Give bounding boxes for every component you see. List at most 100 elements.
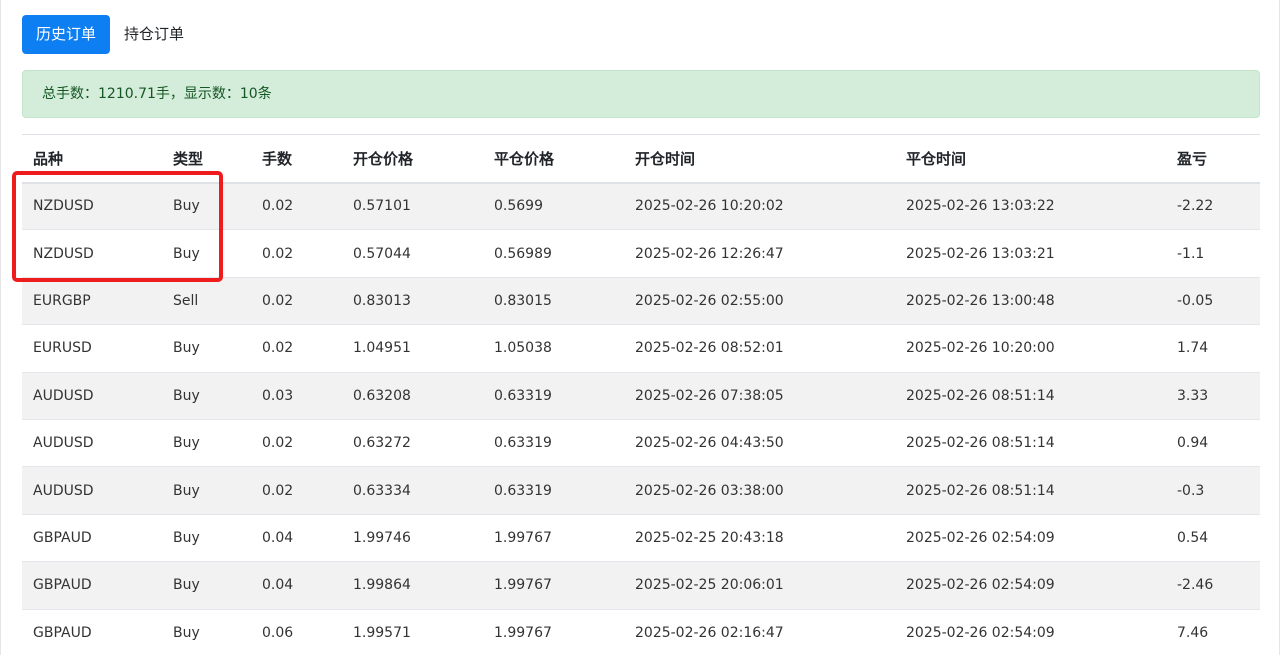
cell-profit: 0.94 [1177,435,1209,452]
cell-close-price: 1.99767 [494,624,552,641]
cell-close-time: 2025-02-26 02:54:09 [906,624,1055,641]
cell-close-price: 0.63319 [494,387,552,404]
cell-open-price: 1.99746 [353,529,411,546]
cell-open-price: 1.99571 [353,624,411,641]
cell-lots: 0.02 [262,245,294,262]
cell-close-time: 2025-02-26 13:00:48 [906,292,1055,309]
cell-open-price: 0.83013 [353,292,411,309]
table-row: NZDUSD Buy 0.02 0.57044 0.56989 2025-02-… [22,230,1260,278]
table-header-row: 品种 类型 手数 开仓价格 平仓价格 开仓时间 平仓时间 盈亏 [22,134,1260,183]
cell-lots: 0.03 [262,387,294,404]
cell-symbol: EURUSD [33,340,92,357]
cell-close-time: 2025-02-26 08:51:14 [906,482,1055,499]
cell-open-time: 2025-02-26 02:16:47 [635,624,784,641]
tab-history-orders[interactable]: 历史订单 [22,15,111,54]
table-row: EURUSD Buy 0.02 1.04951 1.05038 2025-02-… [22,325,1260,373]
orders-table: 品种 类型 手数 开仓价格 平仓价格 开仓时间 平仓时间 盈亏 NZDUSD B… [22,134,1260,655]
cell-open-time: 2025-02-26 03:38:00 [635,482,784,499]
tab-open-positions[interactable]: 持仓订单 [110,15,198,54]
orders-table-container: 品种 类型 手数 开仓价格 平仓价格 开仓时间 平仓时间 盈亏 NZDUSD B… [22,134,1260,655]
cell-lots: 0.02 [262,292,294,309]
cell-close-time: 2025-02-26 08:51:14 [906,387,1055,404]
cell-lots: 0.02 [262,340,294,357]
cell-close-time: 2025-02-26 02:54:09 [906,577,1055,594]
cell-profit: 3.33 [1177,387,1209,404]
tab-bar: 历史订单 持仓订单 [22,15,198,54]
header-profit: 盈亏 [1177,149,1208,168]
cell-open-time: 2025-02-26 04:43:50 [635,435,784,452]
cell-symbol: NZDUSD [33,245,94,262]
cell-type: Buy [173,340,200,357]
header-lots: 手数 [262,149,293,168]
cell-lots: 0.04 [262,529,294,546]
cell-open-price: 0.57044 [353,245,411,262]
table-body: NZDUSD Buy 0.02 0.57101 0.5699 2025-02-2… [22,182,1260,655]
cell-open-time: 2025-02-26 02:55:00 [635,292,784,309]
cell-type: Buy [173,198,200,215]
cell-close-price: 1.99767 [494,577,552,594]
cell-symbol: AUDUSD [33,387,94,404]
cell-profit: 7.46 [1177,624,1209,641]
cell-close-time: 2025-02-26 08:51:14 [906,435,1055,452]
cell-close-price: 1.05038 [494,340,552,357]
cell-symbol: NZDUSD [33,198,94,215]
cell-symbol: EURGBP [33,292,91,309]
cell-open-time: 2025-02-25 20:43:18 [635,529,784,546]
cell-open-price: 1.99864 [353,577,411,594]
cell-profit: -0.3 [1177,482,1205,499]
cell-type: Buy [173,624,200,641]
cell-type: Buy [173,529,200,546]
cell-open-price: 1.04951 [353,340,411,357]
cell-symbol: GBPAUD [33,624,92,641]
header-symbol: 品种 [33,149,64,168]
table-row: AUDUSD Buy 0.02 0.63272 0.63319 2025-02-… [22,419,1260,467]
cell-profit: -2.22 [1177,198,1214,215]
cell-profit: -1.1 [1177,245,1205,262]
cell-open-time: 2025-02-26 10:20:02 [635,198,784,215]
cell-close-time: 2025-02-26 02:54:09 [906,529,1055,546]
cell-lots: 0.02 [262,482,294,499]
cell-close-price: 0.83015 [494,292,552,309]
header-close-time: 平仓时间 [906,149,967,168]
cell-lots: 0.04 [262,577,294,594]
cell-close-price: 0.5699 [494,198,543,215]
header-type: 类型 [173,149,204,168]
cell-close-price: 1.99767 [494,529,552,546]
cell-type: Sell [173,292,199,309]
cell-close-price: 0.63319 [494,435,552,452]
cell-symbol: GBPAUD [33,577,92,594]
cell-close-time: 2025-02-26 13:03:22 [906,198,1055,215]
cell-profit: -0.05 [1177,292,1214,309]
cell-profit: -2.46 [1177,577,1214,594]
cell-open-time: 2025-02-26 07:38:05 [635,387,784,404]
cell-symbol: GBPAUD [33,529,92,546]
cell-open-time: 2025-02-25 20:06:01 [635,577,784,594]
cell-type: Buy [173,387,200,404]
cell-close-time: 2025-02-26 13:03:21 [906,245,1055,262]
table-row: GBPAUD Buy 0.04 1.99864 1.99767 2025-02-… [22,561,1260,610]
table-row: AUDUSD Buy 0.03 0.63208 0.63319 2025-02-… [22,372,1260,420]
cell-symbol: AUDUSD [33,435,94,452]
header-open-time: 开仓时间 [635,149,696,168]
header-close-price: 平仓价格 [494,149,555,168]
cell-close-price: 0.56989 [494,245,552,262]
cell-open-time: 2025-02-26 12:26:47 [635,245,784,262]
cell-profit: 0.54 [1177,529,1209,546]
cell-open-price: 0.63334 [353,482,411,499]
table-row: AUDUSD Buy 0.02 0.63334 0.63319 2025-02-… [22,466,1260,515]
cell-close-time: 2025-02-26 10:20:00 [906,340,1055,357]
cell-type: Buy [173,482,200,499]
cell-open-price: 0.57101 [353,198,411,215]
table-row: NZDUSD Buy 0.02 0.57101 0.5699 2025-02-2… [22,182,1260,230]
summary-alert: 总手数：1210.71手，显示数：10条 [22,70,1260,118]
cell-lots: 0.06 [262,624,294,641]
cell-open-price: 0.63272 [353,435,411,452]
table-row: GBPAUD Buy 0.06 1.99571 1.99767 2025-02-… [22,609,1260,655]
table-row: EURGBP Sell 0.02 0.83013 0.83015 2025-02… [22,277,1260,325]
table-row: GBPAUD Buy 0.04 1.99746 1.99767 2025-02-… [22,514,1260,562]
cell-lots: 0.02 [262,198,294,215]
cell-type: Buy [173,577,200,594]
page: 历史订单 持仓订单 总手数：1210.71手，显示数：10条 品种 类型 手数 [0,0,1280,655]
cell-open-price: 0.63208 [353,387,411,404]
cell-open-time: 2025-02-26 08:52:01 [635,340,784,357]
